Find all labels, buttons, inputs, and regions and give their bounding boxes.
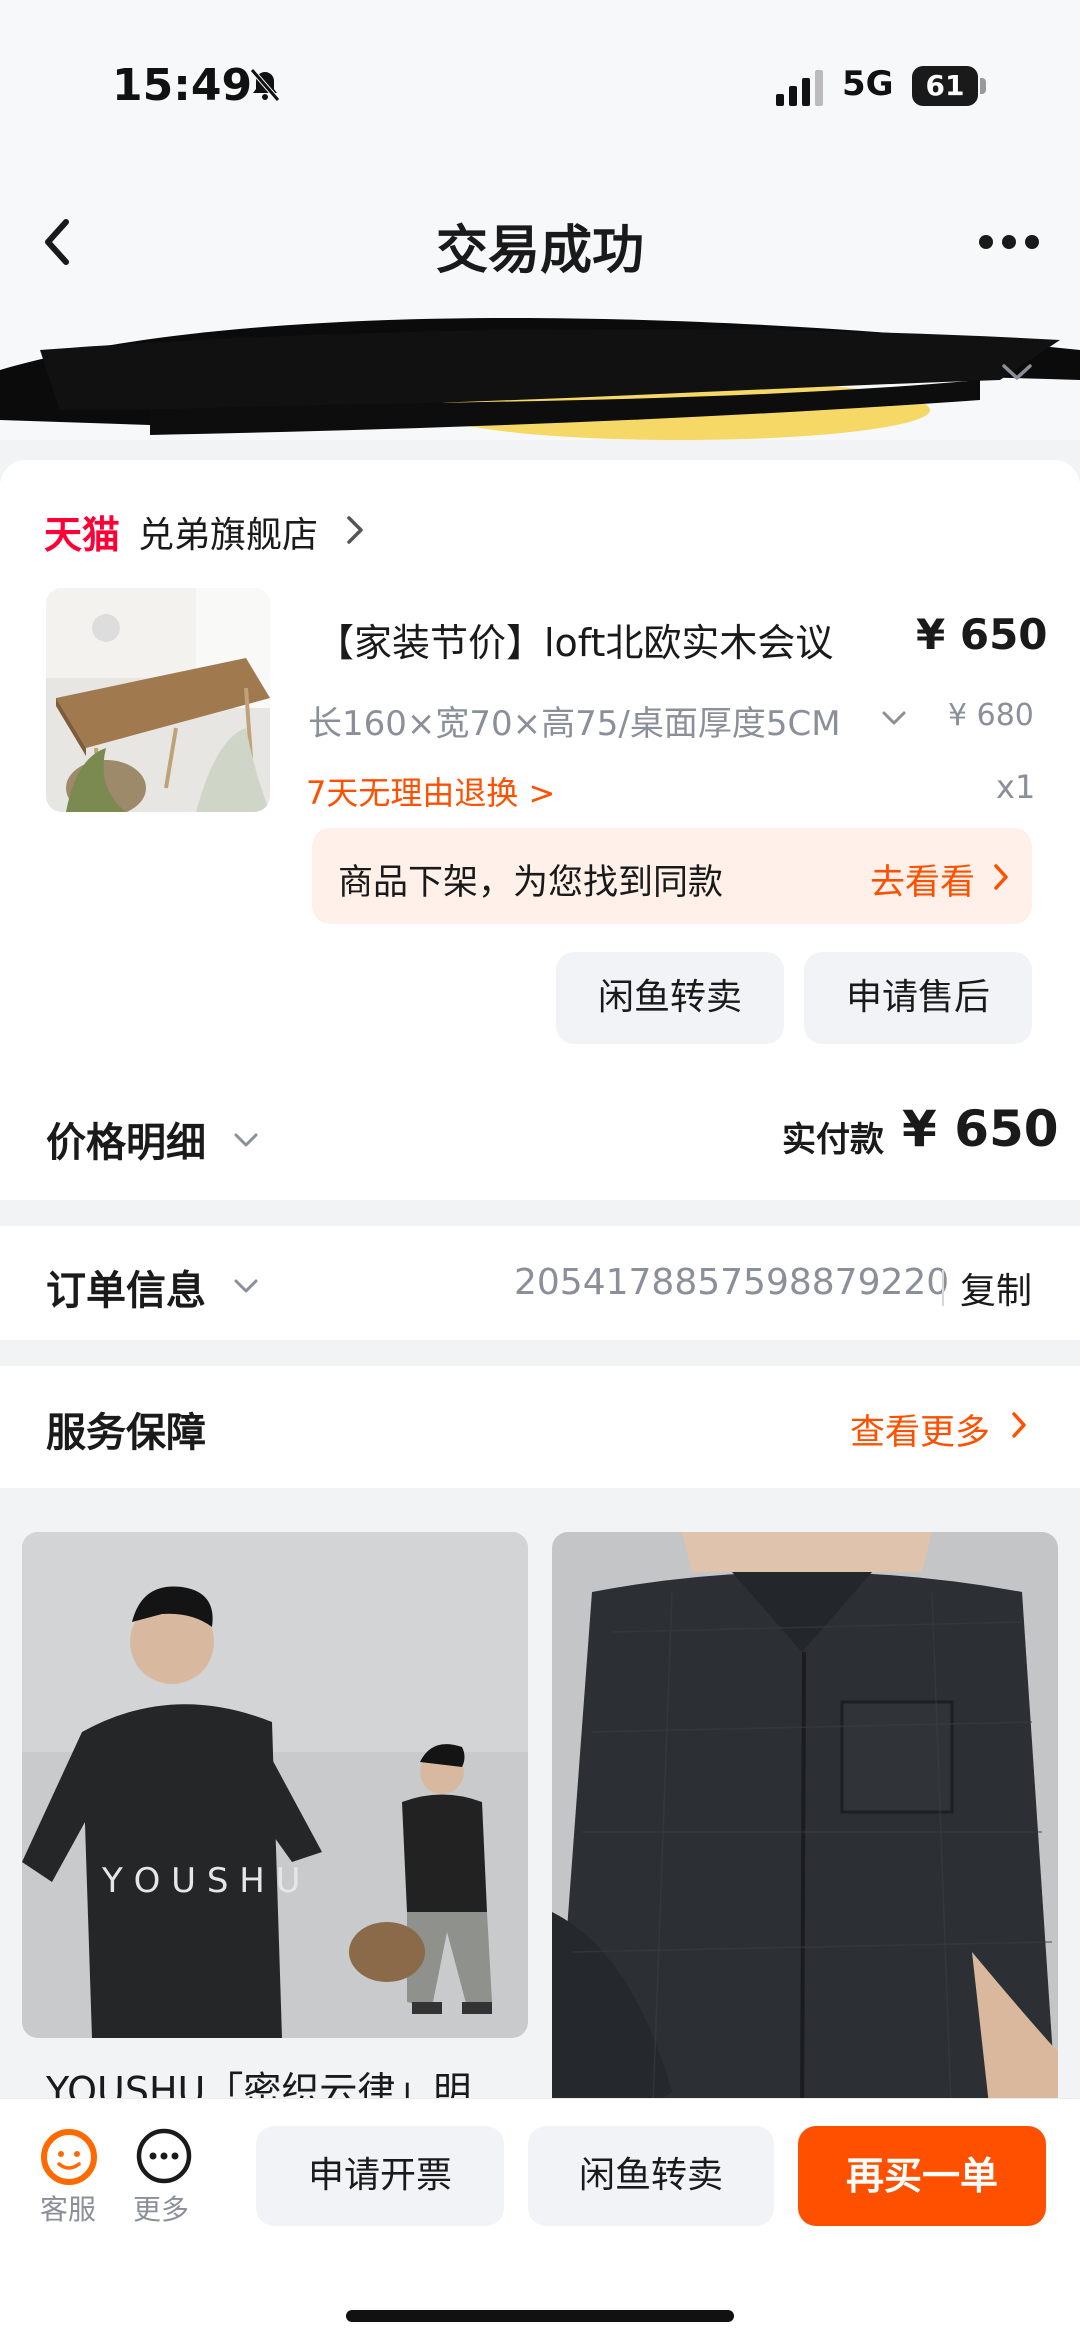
product-name[interactable]: 【家装节价】loft北欧实木会议 <box>316 612 833 667</box>
order-info-chevron-down-icon[interactable] <box>232 1276 260 1296</box>
after-sales-button[interactable]: 申请售后 <box>804 952 1032 1044</box>
brand-watermark: Y O U S H U <box>101 1861 301 1901</box>
product-sku[interactable]: 长160×宽70×高75/桌面厚度5CM <box>308 696 841 745</box>
service-more-link[interactable]: 查看更多 <box>850 1404 990 1455</box>
address-expand-chevron-icon[interactable] <box>1000 360 1034 384</box>
sku-chevron-down-icon[interactable] <box>880 708 908 728</box>
alert-chevron-right-icon[interactable] <box>992 862 1010 892</box>
order-info-label[interactable]: 订单信息 <box>46 1258 206 1316</box>
battery-level: 61 <box>912 66 978 106</box>
redaction-scribble <box>0 317 1080 440</box>
order-number: 2054178857598879220 <box>514 1262 950 1303</box>
more-options-icon[interactable] <box>978 234 1040 250</box>
service-label: 服务保障 <box>46 1410 206 1456</box>
alert-text: 商品下架，为您找到同款 <box>338 863 724 903</box>
recommendation-image <box>552 1532 1058 2132</box>
returns-policy[interactable]: 7天无理由退换 > <box>306 768 555 814</box>
price-detail-chevron-down-icon[interactable] <box>232 1130 260 1150</box>
network-type: 5G <box>842 64 894 104</box>
alert-link[interactable]: 去看看 <box>870 854 975 905</box>
page-title: 交易成功 <box>435 221 644 281</box>
more-circle-icon[interactable] <box>134 2126 194 2186</box>
returns-policy-label: 7天无理由退换 <box>306 774 519 812</box>
home-indicator[interactable] <box>346 2310 734 2322</box>
status-time: 15:49 <box>112 60 253 111</box>
product-price: ¥ 650 <box>916 610 1048 659</box>
shop-chevron-right-icon[interactable] <box>344 514 366 546</box>
bottom-resell-button[interactable]: 闲鱼转卖 <box>528 2126 774 2226</box>
quantity: x1 <box>996 768 1036 806</box>
resell-button[interactable]: 闲鱼转卖 <box>556 952 784 1044</box>
buy-again-button[interactable]: 再买一单 <box>798 2126 1046 2226</box>
copy-button[interactable]: 复制 <box>960 1262 1032 1314</box>
recommendation-card[interactable] <box>552 1532 1058 2132</box>
original-price: ¥ 680 <box>948 698 1034 733</box>
recommendation-image: Y O U S H U <box>22 1532 528 2038</box>
product-thumbnail[interactable] <box>46 588 270 812</box>
service-chevron-right-icon[interactable] <box>1010 1410 1028 1440</box>
price-detail-label[interactable]: 价格明细 <box>46 1110 206 1168</box>
mute-bell-icon <box>250 68 280 102</box>
shop-name[interactable]: 兑弟旗舰店 <box>138 506 318 558</box>
customer-service-icon[interactable] <box>40 2128 98 2186</box>
returns-chevron-icon: > <box>528 774 556 812</box>
more-label[interactable]: 更多 <box>133 2188 189 2228</box>
paid-label: 实付款 <box>782 1120 884 1160</box>
paid-amount: ¥ 650 <box>902 1100 1059 1158</box>
battery-icon <box>980 78 986 94</box>
shipping-address[interactable] <box>0 310 1080 440</box>
customer-service-label[interactable]: 客服 <box>40 2188 96 2228</box>
divider <box>942 1270 944 1306</box>
recommendation-card[interactable]: Y O U S H U <box>22 1532 528 2038</box>
tmall-logo: 天猫 <box>44 513 121 557</box>
signal-icon <box>776 70 823 106</box>
invoice-button[interactable]: 申请开票 <box>256 2126 504 2226</box>
